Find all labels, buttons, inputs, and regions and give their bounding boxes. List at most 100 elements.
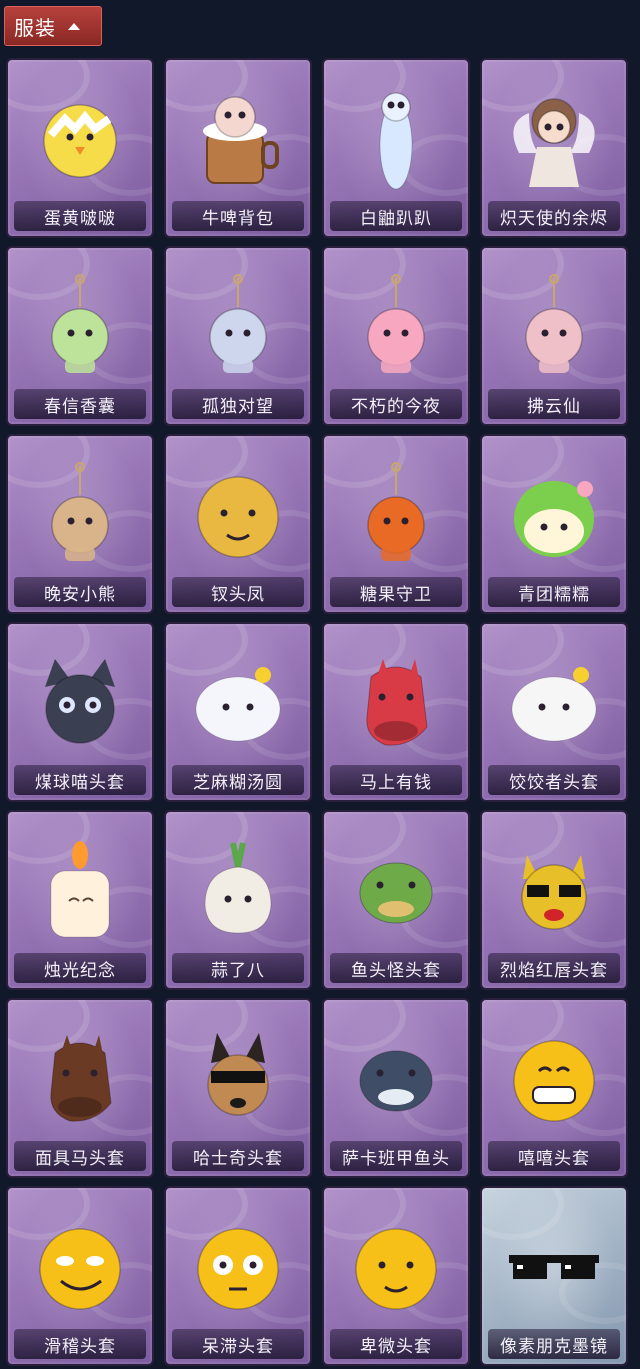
item-name-plate: 青团糯糯 bbox=[488, 577, 620, 607]
item-name: 钗头凤 bbox=[211, 584, 265, 605]
item-name: 牛啤背包 bbox=[202, 208, 274, 229]
item-card[interactable]: 面具马头套 bbox=[6, 998, 154, 1178]
item-name: 炽天使的余烬 bbox=[500, 208, 608, 229]
item-name: 糖果守卫 bbox=[360, 584, 432, 605]
item-name-plate: 拂云仙 bbox=[488, 389, 620, 419]
item-card[interactable]: 白鼬趴趴 bbox=[322, 58, 470, 238]
item-card[interactable]: 牛啤背包 bbox=[164, 58, 312, 238]
item-card[interactable]: 萨卡班甲鱼头 bbox=[322, 998, 470, 1178]
item-card[interactable]: 孤独对望 bbox=[164, 246, 312, 426]
item-name: 萨卡班甲鱼头 bbox=[342, 1148, 450, 1169]
item-name: 晚安小熊 bbox=[44, 584, 116, 605]
fish-head-icon bbox=[341, 1023, 451, 1133]
item-name: 马上有钱 bbox=[360, 772, 432, 793]
grin-emoji-head-icon bbox=[499, 1023, 609, 1133]
item-name: 面具马头套 bbox=[35, 1148, 125, 1169]
fish-mask-icon bbox=[341, 835, 451, 945]
item-card[interactable]: 煤球喵头套 bbox=[6, 622, 154, 802]
item-card[interactable]: 哈士奇头套 bbox=[164, 998, 312, 1178]
item-card[interactable]: 蒜了八 bbox=[164, 810, 312, 990]
doll-charm-icon bbox=[183, 271, 293, 381]
item-name-plate: 萨卡班甲鱼头 bbox=[330, 1141, 462, 1171]
chick-icon bbox=[25, 83, 135, 193]
phoenix-doll-icon bbox=[183, 459, 293, 569]
item-card[interactable]: 蛋黄啵啵 bbox=[6, 58, 154, 238]
beer-barrel-icon bbox=[183, 83, 293, 193]
item-name: 哈士奇头套 bbox=[193, 1148, 283, 1169]
item-grid: 蛋黄啵啵 牛啤背包 白鼬趴趴 炽天使的余烬春信香囊 孤独对望 不朽的今夜 拂云仙晚安小熊 钗头… bbox=[0, 0, 640, 1369]
cloud-dumpling-head-icon bbox=[499, 647, 609, 757]
item-name-plate: 钗头凤 bbox=[172, 577, 304, 607]
item-name-plate: 蛋黄啵啵 bbox=[14, 201, 146, 231]
item-name-plate: 炽天使的余烬 bbox=[488, 201, 620, 231]
item-name-plate: 鱼头怪头套 bbox=[330, 953, 462, 983]
item-name: 蒜了八 bbox=[211, 960, 265, 981]
cat-cup-charm-icon bbox=[341, 271, 451, 381]
yellow-mask-icon bbox=[499, 835, 609, 945]
item-card[interactable]: 卑微头套 bbox=[322, 1186, 470, 1366]
item-name-plate: 马上有钱 bbox=[330, 765, 462, 795]
item-card[interactable]: 糖果守卫 bbox=[322, 434, 470, 614]
item-name: 煤球喵头套 bbox=[35, 772, 125, 793]
item-card[interactable]: 不朽的今夜 bbox=[322, 246, 470, 426]
item-card[interactable]: 晚安小熊 bbox=[6, 434, 154, 614]
horse-mask-icon bbox=[25, 1023, 135, 1133]
item-name-plate: 烈焰红唇头套 bbox=[488, 953, 620, 983]
item-name: 春信香囊 bbox=[44, 396, 116, 417]
white-weasel-icon bbox=[341, 83, 451, 193]
item-name-plate: 糖果守卫 bbox=[330, 577, 462, 607]
item-name: 卑微头套 bbox=[360, 1336, 432, 1357]
item-name: 呆滞头套 bbox=[202, 1336, 274, 1357]
item-name-plate: 卑微头套 bbox=[330, 1329, 462, 1359]
fairy-charm-icon bbox=[499, 271, 609, 381]
item-card[interactable]: 拂云仙 bbox=[480, 246, 628, 426]
item-card[interactable]: 马上有钱 bbox=[322, 622, 470, 802]
item-name: 烈焰红唇头套 bbox=[500, 960, 608, 981]
item-name: 青团糯糯 bbox=[518, 584, 590, 605]
item-card[interactable]: 像素朋克墨镜 bbox=[480, 1186, 628, 1366]
item-card[interactable]: 芝麻糊汤圆 bbox=[164, 622, 312, 802]
pixel-sunglasses-icon bbox=[499, 1211, 609, 1321]
item-name-plate: 滑稽头套 bbox=[14, 1329, 146, 1359]
bear-charm-icon bbox=[25, 459, 135, 569]
husky-mask-icon bbox=[183, 1023, 293, 1133]
item-name-plate: 不朽的今夜 bbox=[330, 389, 462, 419]
candle-head-icon bbox=[25, 835, 135, 945]
item-card[interactable]: 烛光纪念 bbox=[6, 810, 154, 990]
item-card[interactable]: 鱼头怪头套 bbox=[322, 810, 470, 990]
item-card[interactable]: 炽天使的余烬 bbox=[480, 58, 628, 238]
item-name-plate: 呆滞头套 bbox=[172, 1329, 304, 1359]
garlic-head-icon bbox=[183, 835, 293, 945]
item-name-plate: 面具马头套 bbox=[14, 1141, 146, 1171]
item-name: 白鼬趴趴 bbox=[360, 208, 432, 229]
item-name-plate: 芝麻糊汤圆 bbox=[172, 765, 304, 795]
smirk-emoji-head-icon bbox=[25, 1211, 135, 1321]
pumpkin-charm-icon bbox=[341, 459, 451, 569]
item-name-plate: 蒜了八 bbox=[172, 953, 304, 983]
item-card[interactable]: 钗头凤 bbox=[164, 434, 312, 614]
red-horse-head-icon bbox=[341, 647, 451, 757]
shy-emoji-head-icon bbox=[341, 1211, 451, 1321]
item-name: 不朽的今夜 bbox=[351, 396, 441, 417]
item-name-plate: 孤独对望 bbox=[172, 389, 304, 419]
item-name: 蛋黄啵啵 bbox=[44, 208, 116, 229]
item-name: 嘻嘻头套 bbox=[518, 1148, 590, 1169]
item-card[interactable]: 滑稽头套 bbox=[6, 1186, 154, 1366]
item-card[interactable]: 春信香囊 bbox=[6, 246, 154, 426]
item-name-plate: 像素朋克墨镜 bbox=[488, 1329, 620, 1359]
item-card[interactable]: 呆滞头套 bbox=[164, 1186, 312, 1366]
item-name-plate: 饺饺者头套 bbox=[488, 765, 620, 795]
item-name: 像素朋克墨镜 bbox=[500, 1336, 608, 1357]
item-card[interactable]: 青团糯糯 bbox=[480, 434, 628, 614]
item-name-plate: 牛啤背包 bbox=[172, 201, 304, 231]
green-mochi-icon bbox=[499, 459, 609, 569]
item-name-plate: 白鼬趴趴 bbox=[330, 201, 462, 231]
item-card[interactable]: 嘻嘻头套 bbox=[480, 998, 628, 1178]
item-name-plate: 烛光纪念 bbox=[14, 953, 146, 983]
item-name-plate: 嘻嘻头套 bbox=[488, 1141, 620, 1171]
black-cat-head-icon bbox=[25, 647, 135, 757]
item-card[interactable]: 饺饺者头套 bbox=[480, 622, 628, 802]
item-name: 滑稽头套 bbox=[44, 1336, 116, 1357]
item-name-plate: 晚安小熊 bbox=[14, 577, 146, 607]
item-card[interactable]: 烈焰红唇头套 bbox=[480, 810, 628, 990]
